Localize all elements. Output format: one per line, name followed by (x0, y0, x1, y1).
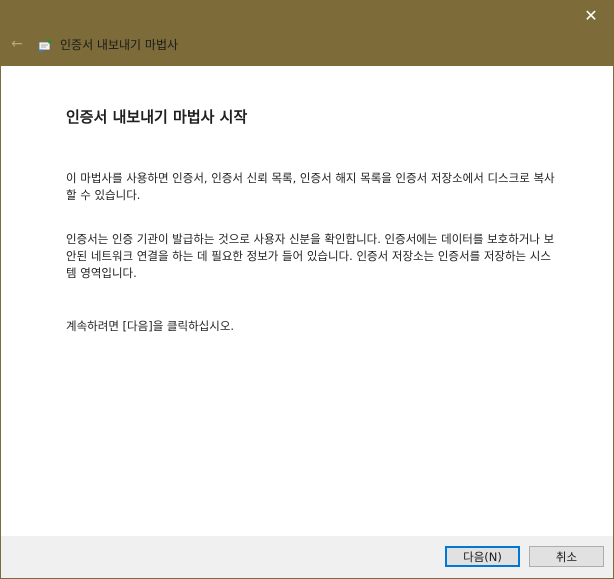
page-title: 인증서 내보내기 마법사 시작 (66, 108, 248, 126)
back-arrow-icon: ← (11, 36, 23, 52)
title-bar: ✕ ← 인증서 내보내기 마법사 (0, 0, 614, 66)
button-bar: 다음(N) 취소 (0, 536, 614, 579)
back-button[interactable]: ← (6, 35, 28, 53)
close-button[interactable]: ✕ (568, 0, 614, 30)
close-icon: ✕ (584, 5, 598, 25)
explanation-paragraph: 인증서는 인증 기관이 발급하는 것으로 사용자 신분을 확인합니다. 인증서에… (66, 232, 555, 280)
cancel-button[interactable]: 취소 (529, 546, 604, 567)
description-paragraph: 이 마법사를 사용하면 인증서, 인증서 신뢰 목록, 인증서 해지 목록을 인… (66, 171, 555, 202)
wizard-content: 인증서 내보내기 마법사 시작 이 마법사를 사용하면 인증서, 인증서 신뢰 … (0, 66, 614, 536)
continue-instruction: 계속하려면 [다음]을 클릭하십시오. (66, 319, 235, 333)
certificate-icon (38, 38, 52, 52)
window-title: 인증서 내보내기 마법사 (60, 38, 179, 52)
next-button[interactable]: 다음(N) (445, 546, 520, 567)
